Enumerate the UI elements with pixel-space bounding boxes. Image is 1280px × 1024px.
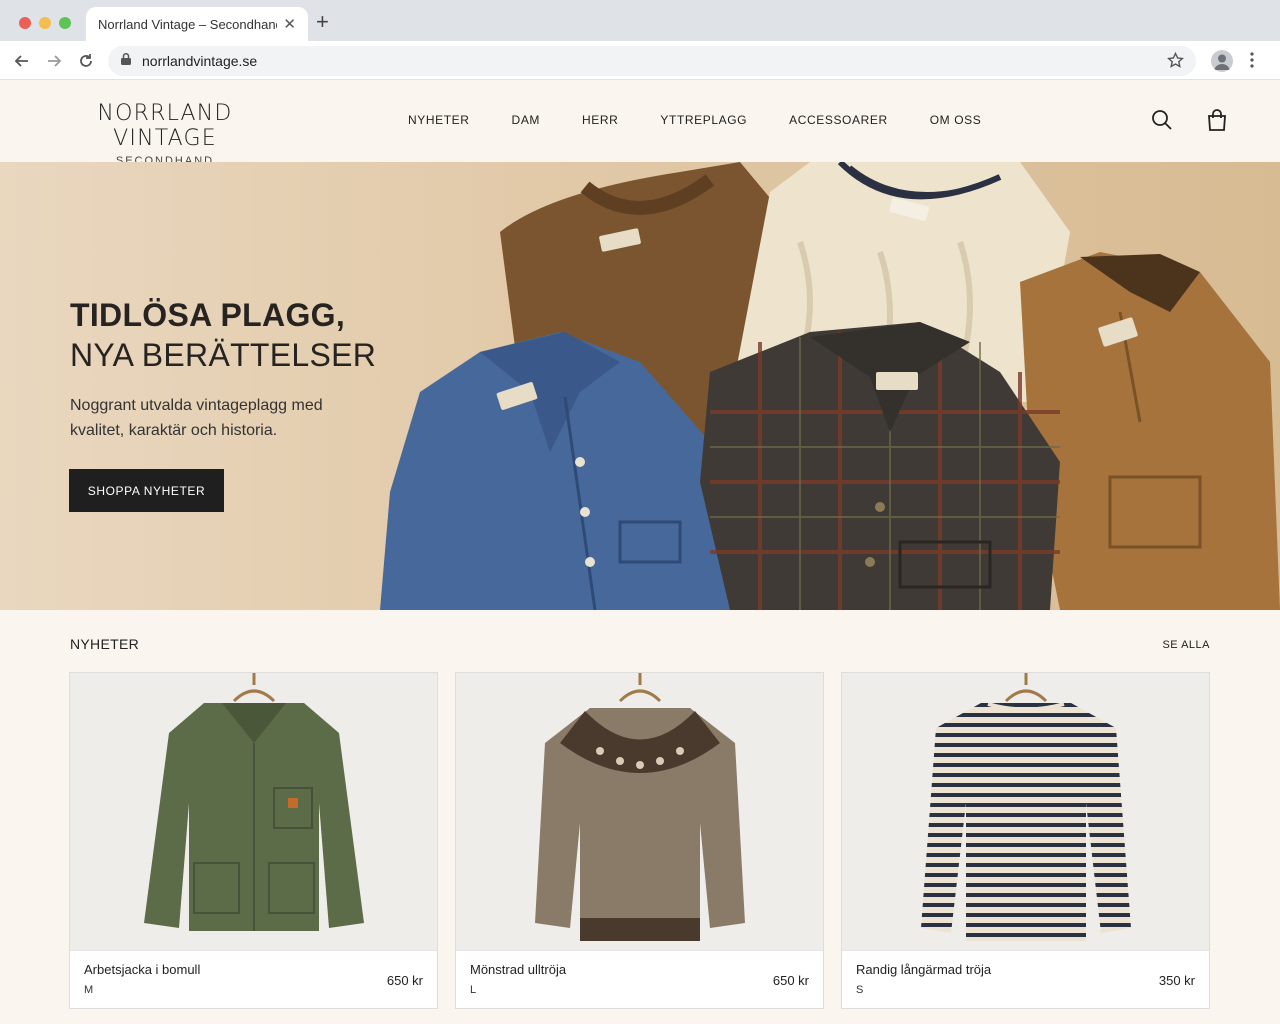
nav-item-herr[interactable]: HERR: [582, 113, 618, 127]
forward-arrow-icon[interactable]: [43, 50, 65, 72]
product-price: 350 kr: [1158, 973, 1195, 988]
brand-name: NORRLAND VINTAGE: [97, 101, 233, 151]
tab-close-icon[interactable]: ✕: [283, 15, 296, 33]
nav-item-om-oss[interactable]: OM OSS: [930, 113, 982, 127]
product-name: Mönstrad ulltröja: [470, 962, 567, 977]
reload-icon[interactable]: [75, 50, 97, 72]
product-info: Arbetsjacka i bomull M 650 kr: [70, 951, 437, 1009]
shopping-bag-icon[interactable]: [1207, 109, 1227, 136]
product-card[interactable]: Mönstrad ulltröja L 650 kr: [455, 672, 824, 1009]
browser-tab-bar: Norrland Vintage – Secondhand ✕ +: [0, 0, 1280, 41]
hero-title-line2: NYA BERÄTTELSER: [70, 337, 377, 373]
brand-logo[interactable]: NORRLAND VINTAGE SECONDHAND: [50, 101, 280, 167]
hero-clothing-image: [380, 162, 1280, 610]
search-icon[interactable]: [1151, 109, 1173, 136]
bookmark-star-icon[interactable]: [1166, 51, 1185, 74]
new-tab-icon[interactable]: +: [316, 10, 329, 34]
browser-tab[interactable]: Norrland Vintage – Secondhand ✕: [86, 7, 308, 41]
nav-item-yttreplagg[interactable]: YTTREPLAGG: [660, 113, 747, 127]
url-text: norrlandvintage.se: [142, 53, 258, 69]
main-navigation: NYHETER DAM HERR YTTREPLAGG ACCESSOARER …: [408, 113, 1023, 127]
product-name: Randig långärmad tröja: [856, 962, 992, 977]
window-controls: [19, 17, 71, 29]
product-image-sweater: [456, 673, 823, 951]
shop-new-button[interactable]: SHOPPA NYHETER: [69, 469, 224, 512]
product-grid: Arbetsjacka i bomull M 650 kr Mönstrad u…: [69, 672, 1210, 1009]
product-image-striped-top: [842, 673, 1209, 951]
product-card[interactable]: Arbetsjacka i bomull M 650 kr: [69, 672, 438, 1009]
product-price: 650 kr: [772, 973, 809, 988]
site-header: NORRLAND VINTAGE SECONDHAND NYHETER DAM …: [0, 80, 1280, 167]
maximize-window-button[interactable]: [59, 17, 71, 29]
browser-toolbar: norrlandvintage.se: [0, 41, 1280, 80]
nav-item-nyheter[interactable]: NYHETER: [408, 113, 470, 127]
hero-lead-text: Noggrant utvalda vintageplagg med kvalit…: [70, 397, 323, 439]
product-name: Arbetsjacka i bomull: [84, 962, 201, 977]
close-window-button[interactable]: [19, 17, 31, 29]
minimize-window-button[interactable]: [39, 17, 51, 29]
section-title: NYHETER: [70, 636, 139, 652]
lock-icon: [120, 52, 132, 70]
product-card[interactable]: Randig långärmad tröja S 350 kr: [841, 672, 1210, 1009]
product-size: S: [856, 984, 864, 996]
hero-banner: TIDLÖSA PLAGG, NYA BERÄTTELSER Noggrant …: [0, 162, 1280, 610]
nav-item-accessoarer[interactable]: ACCESSOARER: [789, 113, 888, 127]
hero-title-line1: TIDLÖSA PLAGG,: [70, 297, 346, 333]
tab-title: Norrland Vintage – Secondhand: [98, 16, 278, 32]
browser-menu-icon[interactable]: [1250, 51, 1254, 74]
product-info: Mönstrad ulltröja L 650 kr: [456, 951, 823, 1009]
hero-text: TIDLÖSA PLAGG, NYA BERÄTTELSER Noggrant …: [70, 295, 376, 443]
nav-item-dam[interactable]: DAM: [512, 113, 540, 127]
new-arrivals-section: NYHETER SE ALLA Arbetsjacka i bomull M 6…: [0, 610, 1280, 1024]
product-size: L: [470, 984, 477, 996]
profile-avatar-icon[interactable]: [1211, 50, 1233, 72]
product-info: Randig långärmad tröja S 350 kr: [842, 951, 1209, 1009]
product-image-jacket: [70, 673, 437, 951]
address-bar[interactable]: norrlandvintage.se: [108, 46, 1196, 76]
product-price: 650 kr: [386, 973, 423, 988]
back-arrow-icon[interactable]: [11, 50, 33, 72]
product-size: M: [84, 984, 94, 996]
see-all-link[interactable]: SE ALLA: [1162, 639, 1210, 651]
